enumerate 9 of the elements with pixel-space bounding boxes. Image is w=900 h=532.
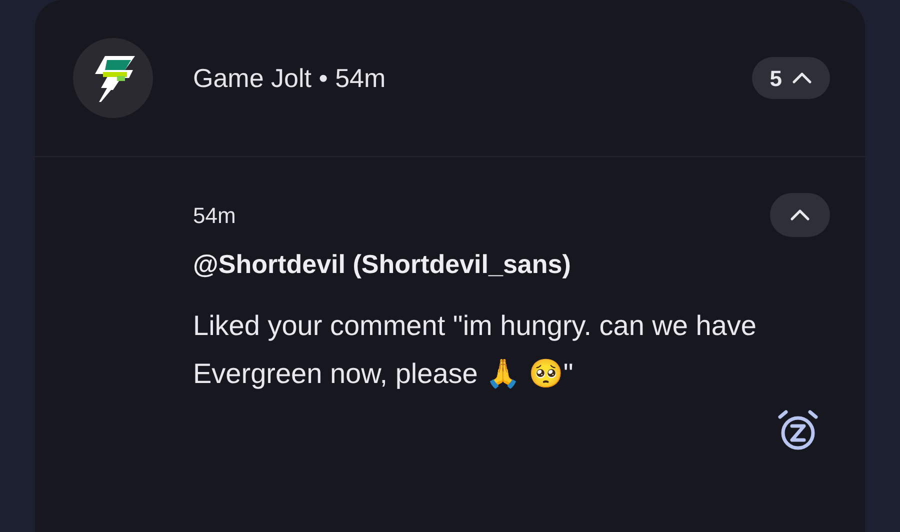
chevron-up-icon <box>790 209 810 221</box>
group-count-button[interactable]: 5 <box>752 57 830 99</box>
snooze-alarm-icon[interactable] <box>776 408 820 452</box>
chevron-up-icon <box>792 72 812 84</box>
message-time: 54m <box>193 202 236 230</box>
collapse-button[interactable] <box>770 193 830 237</box>
sender-name: @Shortdevil (Shortdevil_sans) <box>193 248 572 281</box>
notification-header: Game Jolt • 54m <box>193 62 386 94</box>
message-text: Liked your comment "im hungry. can we have Evergreen now, please 🙏 🥺" <box>193 309 758 391</box>
